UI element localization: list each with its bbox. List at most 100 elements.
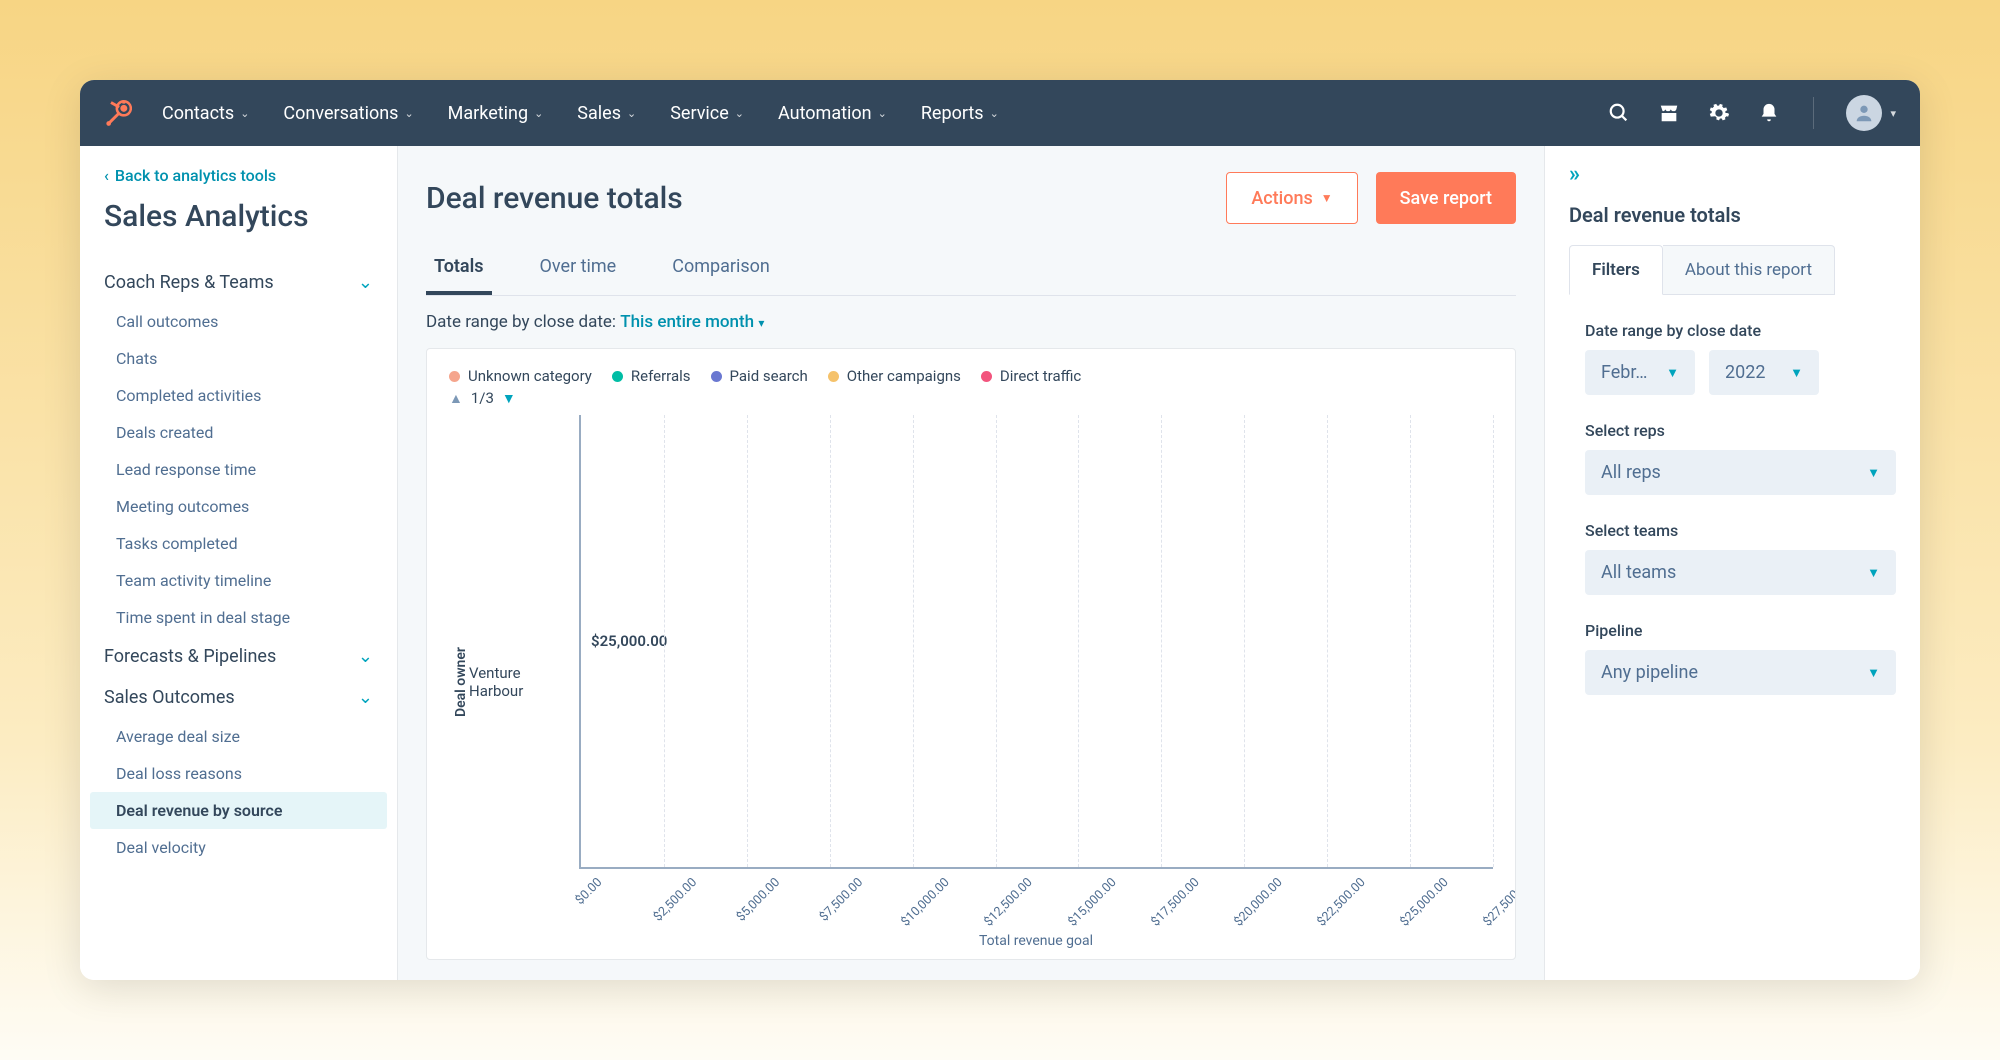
- x-tick-label: $10,000.00: [899, 875, 953, 929]
- legend-dot-icon: [711, 371, 722, 382]
- section-label: Forecasts & Pipelines: [104, 646, 276, 667]
- search-icon[interactable]: [1607, 101, 1631, 125]
- panel-tabs: FiltersAbout this report: [1569, 245, 1896, 295]
- sidebar-item[interactable]: Deal revenue by source: [90, 792, 387, 829]
- nav-item-label: Reports: [921, 103, 984, 124]
- chevron-down-icon: ▼: [1321, 191, 1333, 205]
- notifications-bell-icon[interactable]: [1757, 101, 1781, 125]
- legend-item[interactable]: Other campaigns: [828, 367, 961, 385]
- panel-title: Deal revenue totals: [1569, 203, 1896, 227]
- chevron-down-icon: ▾: [1890, 107, 1896, 120]
- filter-label: Select reps: [1569, 421, 1896, 440]
- legend-item[interactable]: Referrals: [612, 367, 691, 385]
- chevron-down-icon: ⌄: [358, 272, 373, 293]
- marketplace-icon[interactable]: [1657, 101, 1681, 125]
- date-range-dropdown[interactable]: This entire month ▾: [620, 312, 764, 332]
- chevron-down-icon: ⌄: [358, 646, 373, 667]
- x-tick-label: $22,500.00: [1314, 875, 1368, 929]
- sidebar-item[interactable]: Call outcomes: [80, 303, 397, 340]
- filter-date-range: Date range by close date Febr… ▼ 2022 ▼: [1569, 321, 1896, 395]
- sidebar-section-header[interactable]: Forecasts & Pipelines ⌄: [80, 636, 397, 677]
- nav-item-sales[interactable]: Sales⌄: [577, 103, 636, 124]
- nav-item-automation[interactable]: Automation⌄: [778, 103, 887, 124]
- nav-item-contacts[interactable]: Contacts⌄: [162, 103, 249, 124]
- tab-comparison[interactable]: Comparison: [664, 242, 778, 295]
- nav-item-marketing[interactable]: Marketing⌄: [448, 103, 544, 124]
- sidebar-item[interactable]: Deal loss reasons: [80, 755, 397, 792]
- sidebar-item[interactable]: Chats: [80, 340, 397, 377]
- sidebar-item[interactable]: Average deal size: [80, 718, 397, 755]
- x-axis: $0.00$2,500.00$5,000.00$7,500.00$10,000.…: [579, 869, 1493, 929]
- actions-button[interactable]: Actions ▼: [1226, 172, 1357, 224]
- hubspot-logo-icon[interactable]: [104, 99, 132, 127]
- report-tabs: Totals Over time Comparison: [426, 242, 1516, 296]
- back-link[interactable]: ‹ Back to analytics tools: [80, 166, 397, 199]
- x-tick-label: $17,500.00: [1148, 875, 1202, 929]
- nav-item-label: Automation: [778, 103, 872, 124]
- account-menu[interactable]: ▾: [1846, 95, 1896, 131]
- teams-select[interactable]: All teams ▼: [1585, 550, 1896, 595]
- sidebar-item[interactable]: Team activity timeline: [80, 562, 397, 599]
- legend-item[interactable]: Unknown category: [449, 367, 592, 385]
- sidebar-item[interactable]: Meeting outcomes: [80, 488, 397, 525]
- plot: $25,000.00 $0.00$2,500.00$5,000.00$7,500…: [579, 415, 1493, 949]
- grid-line: [664, 415, 665, 867]
- year-select[interactable]: 2022 ▼: [1709, 350, 1819, 395]
- reps-select[interactable]: All reps ▼: [1585, 450, 1896, 495]
- panel-tab-filters[interactable]: Filters: [1569, 245, 1663, 295]
- right-panel: » Deal revenue totals FiltersAbout this …: [1544, 146, 1920, 980]
- nav-item-label: Service: [670, 103, 729, 124]
- nav-menu: Contacts⌄Conversations⌄Marketing⌄Sales⌄S…: [162, 103, 999, 124]
- y-category-label: Venture Harbour: [469, 415, 579, 949]
- page-title: Sales Analytics: [80, 199, 397, 262]
- grid-line: [1327, 415, 1328, 867]
- x-tick-label: $27,500.00: [1480, 875, 1516, 929]
- pager-prev-icon[interactable]: ▲: [449, 390, 463, 407]
- nav-item-label: Conversations: [283, 103, 398, 124]
- save-report-button[interactable]: Save report: [1376, 172, 1516, 224]
- sidebar-section-header[interactable]: Sales Outcomes⌄: [80, 677, 397, 718]
- sidebar-section-header[interactable]: Coach Reps & Teams⌄: [80, 262, 397, 303]
- legend-item[interactable]: Direct traffic: [981, 367, 1081, 385]
- grid-line: [996, 415, 997, 867]
- collapse-panel-icon[interactable]: »: [1569, 162, 1896, 187]
- plot-area: $25,000.00: [579, 415, 1493, 869]
- legend-label: Other campaigns: [847, 367, 961, 385]
- bar-row: $25,000.00: [581, 566, 667, 716]
- legend-dot-icon: [612, 371, 623, 382]
- panel-tab-about-this-report[interactable]: About this report: [1663, 245, 1835, 295]
- legend-label: Unknown category: [468, 367, 592, 385]
- chevron-left-icon: ‹: [104, 166, 109, 185]
- nav-item-label: Sales: [577, 103, 621, 124]
- sidebar-item[interactable]: Tasks completed: [80, 525, 397, 562]
- legend-label: Direct traffic: [1000, 367, 1081, 385]
- grid-line: [1410, 415, 1411, 867]
- sidebar-item[interactable]: Time spent in deal stage: [80, 599, 397, 636]
- chevron-down-icon: ▾: [758, 316, 764, 330]
- legend-item[interactable]: Paid search: [711, 367, 808, 385]
- date-range-label: Date range by close date:: [426, 312, 616, 332]
- sidebar-item[interactable]: Completed activities: [80, 377, 397, 414]
- grid-line: [1078, 415, 1079, 867]
- chevron-down-icon: ⌄: [990, 107, 999, 120]
- sidebar-item[interactable]: Deals created: [80, 414, 397, 451]
- year-value: 2022: [1725, 362, 1765, 383]
- tab-totals[interactable]: Totals: [426, 242, 492, 295]
- legend-pager: ▲ 1/3 ▼: [449, 389, 1493, 407]
- actions-button-label: Actions: [1251, 188, 1312, 209]
- sidebar-item[interactable]: Lead response time: [80, 451, 397, 488]
- settings-gear-icon[interactable]: [1707, 101, 1731, 125]
- filter-label: Select teams: [1569, 521, 1896, 540]
- pipeline-select[interactable]: Any pipeline ▼: [1585, 650, 1896, 695]
- month-select[interactable]: Febr… ▼: [1585, 350, 1695, 395]
- pager-next-icon[interactable]: ▼: [502, 390, 516, 407]
- month-value: Febr…: [1601, 362, 1647, 383]
- topbar-icons: ▾: [1607, 95, 1896, 131]
- nav-item-service[interactable]: Service⌄: [670, 103, 744, 124]
- nav-item-conversations[interactable]: Conversations⌄: [283, 103, 413, 124]
- bar-value-label: $25,000.00: [591, 632, 667, 650]
- legend-label: Paid search: [730, 367, 808, 385]
- tab-over-time[interactable]: Over time: [532, 242, 625, 295]
- nav-item-reports[interactable]: Reports ⌄: [921, 103, 999, 124]
- sidebar-item[interactable]: Deal velocity: [80, 829, 397, 866]
